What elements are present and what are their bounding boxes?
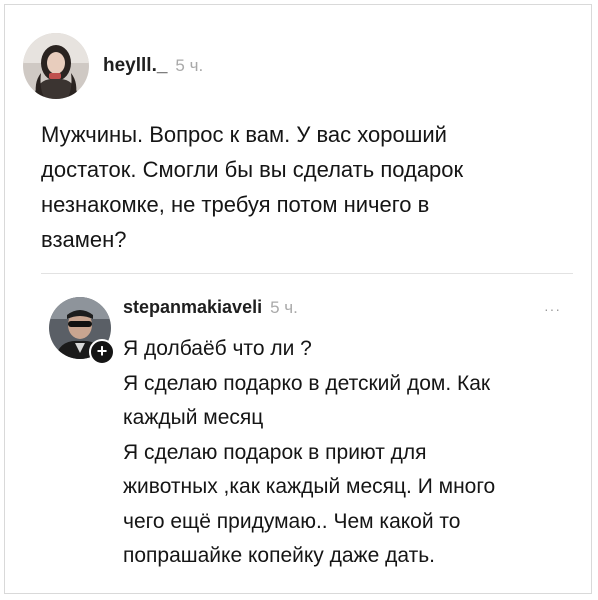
post-text-line: незнакомке, не требуя потом ничего в xyxy=(41,192,430,217)
reply-text-line: попрашайке копейку даже дать. xyxy=(123,544,435,567)
reply-timestamp: 5 ч. xyxy=(270,298,298,317)
reply-text-line: Я сделаю подарко в детский дом. Как xyxy=(123,371,491,395)
post-text-line: взамен? xyxy=(41,227,127,252)
reply-text-line: Я долбаёб что ли ? xyxy=(123,337,312,360)
reply-avatar-container[interactable]: + xyxy=(49,297,115,365)
post-text: Мужчины. Вопрос к вам. У вас хороший дос… xyxy=(41,117,551,257)
avatar[interactable] xyxy=(23,33,89,99)
post-username[interactable]: heylll._ xyxy=(103,55,167,77)
follow-plus-icon[interactable]: + xyxy=(89,339,115,365)
post-text-line: Мужчины. Вопрос к вам. У вас хороший xyxy=(41,122,447,147)
reply-text-line: Я сделаю подарок в приют для xyxy=(123,440,427,464)
divider xyxy=(41,273,573,274)
user-photo-avatar-icon xyxy=(23,33,89,99)
post-username-row: heylll._ 5 ч. xyxy=(103,55,203,77)
reply-header: stepanmakiaveli 5 ч. xyxy=(123,297,298,318)
more-options-icon[interactable]: ··· xyxy=(544,301,561,317)
reply-text-line: чего ещё придумаю.. Чем какой то xyxy=(123,509,461,533)
reply-text: Я долбаёб что ли ? Я сделаю подарко в де… xyxy=(123,332,583,574)
comment-thread: heylll._ 5 ч. Мужчины. Вопрос к вам. У в… xyxy=(4,4,592,594)
reply-text-line: каждый месяц xyxy=(123,406,264,429)
reply-username[interactable]: stepanmakiaveli xyxy=(123,297,262,318)
post-header: heylll._ 5 ч. xyxy=(23,33,203,99)
reply-text-line: животных ,как каждый месяц. И много xyxy=(123,475,496,498)
post-timestamp: 5 ч. xyxy=(175,56,204,75)
post-text-line: достаток. Смогли бы вы сделать подарок xyxy=(41,157,464,182)
